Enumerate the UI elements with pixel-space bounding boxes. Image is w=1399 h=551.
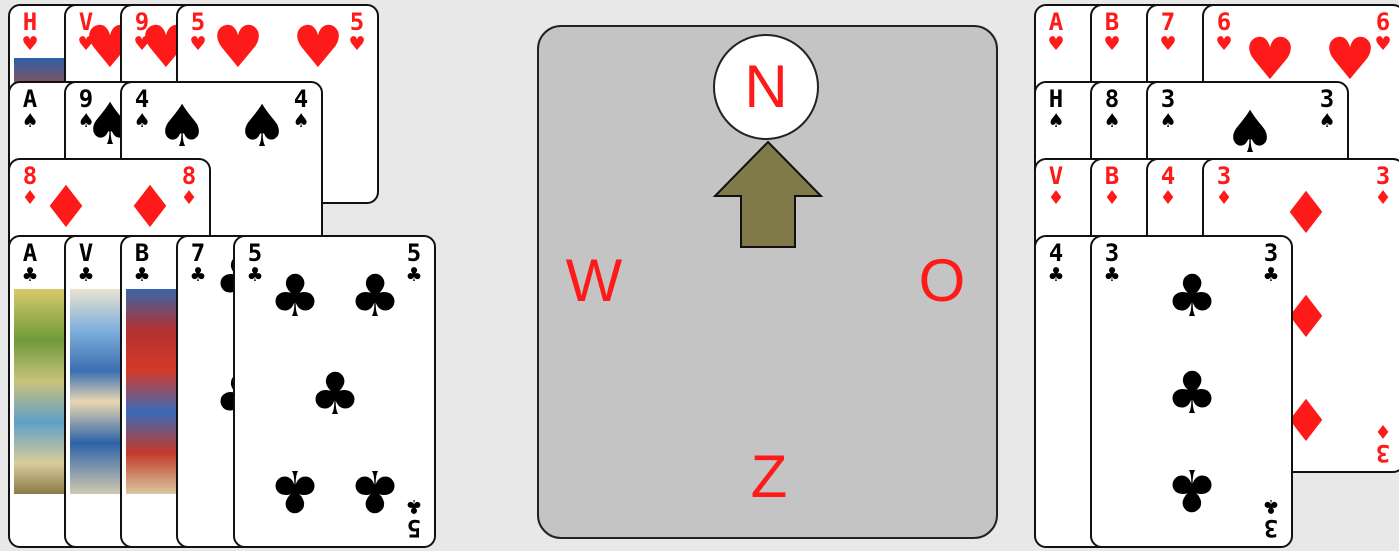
diamond-icon: ♦: [1215, 187, 1233, 209]
card-rank: 3: [1263, 514, 1279, 542]
club-icon: ♣: [405, 264, 423, 286]
card-rank: 3: [1160, 85, 1176, 113]
spade-icon: ♠: [133, 110, 151, 132]
spade-icon: ♠: [1159, 110, 1177, 132]
heart-icon: ♥: [292, 13, 344, 81]
heart-icon: ♥: [21, 33, 39, 55]
card-rank: 3: [1216, 162, 1232, 190]
diamond-icon: ♦: [1374, 187, 1392, 209]
club-icon: ♣: [1103, 264, 1121, 286]
heart-icon: ♥: [189, 33, 207, 55]
club-icon: ♣: [1166, 262, 1218, 330]
card-rank: 3: [1104, 239, 1120, 267]
card-rank: 4: [1048, 239, 1064, 267]
club-icon: ♣: [189, 264, 207, 286]
heart-icon: ♥: [1159, 33, 1177, 55]
spade-icon: ♠: [1047, 110, 1065, 132]
club-icon: ♣: [1262, 264, 1280, 286]
spade-icon: ♠: [156, 92, 208, 160]
card-rank: 8: [1104, 85, 1120, 113]
card-rank: 6: [1216, 8, 1232, 36]
seat-north-label: N: [744, 53, 788, 120]
seat-north-circle: N: [713, 34, 819, 140]
card-rank: V: [1048, 162, 1064, 190]
diamond-icon: ♦: [124, 173, 176, 241]
heart-icon: ♥: [1047, 33, 1065, 55]
heart-icon: ♥: [348, 33, 366, 55]
card-rank: B: [1104, 162, 1120, 190]
card-rank: 7: [1160, 8, 1176, 36]
card-rank: 5: [247, 239, 263, 267]
turn-arrow-icon: [713, 140, 823, 248]
heart-icon: ♥: [1215, 33, 1233, 55]
club-icon: ♣: [269, 457, 321, 525]
club-icon: ♣: [133, 264, 151, 286]
card-rank: A: [22, 239, 38, 267]
card-rank: A: [1048, 8, 1064, 36]
heart-icon: ♥: [1244, 25, 1296, 93]
club-icon: ♣: [349, 457, 401, 525]
club-icon: ♣: [1262, 495, 1280, 517]
diamond-icon: ♦: [40, 173, 92, 241]
card-rank: B: [1104, 8, 1120, 36]
club-icon: ♣: [405, 495, 423, 517]
spade-icon: ♠: [1224, 98, 1276, 166]
seat-east-label: O: [918, 247, 966, 314]
card-rank: 5: [406, 514, 422, 542]
card-rank: 3: [1263, 239, 1279, 267]
club-icon: ♣: [349, 262, 401, 330]
spade-icon: ♠: [21, 110, 39, 132]
card-clubs-5[interactable]: 5 ♣ 5 ♣ ♣ ♣ ♣ ♣ ♣ 5 ♣: [233, 235, 436, 548]
club-icon: ♣: [269, 262, 321, 330]
diamond-icon: ♦: [180, 187, 198, 209]
diamond-icon: ♦: [1280, 179, 1332, 247]
card-rank: H: [22, 8, 38, 36]
club-icon: ♣: [21, 264, 39, 286]
heart-icon: ♥: [1324, 25, 1376, 93]
spade-icon: ♠: [1318, 110, 1336, 132]
club-icon: ♣: [1047, 264, 1065, 286]
diamond-icon: ♦: [1047, 187, 1065, 209]
spade-icon: ♠: [236, 92, 288, 160]
heart-icon: ♥: [1103, 33, 1121, 55]
heart-icon: ♥: [212, 13, 264, 81]
seat-south-label: Z: [750, 443, 788, 510]
diamond-icon: ♦: [1103, 187, 1121, 209]
card-rank: A: [22, 85, 38, 113]
card-rank: 3: [1375, 162, 1391, 190]
card-rank: 5: [406, 239, 422, 267]
card-rank: 3: [1319, 85, 1335, 113]
spade-icon: ♠: [1103, 110, 1121, 132]
diamond-icon: ♦: [1159, 187, 1177, 209]
card-rank: 7: [190, 239, 206, 267]
card-rank: H: [1048, 85, 1064, 113]
card-rank: 3: [1375, 439, 1391, 467]
club-icon: ♣: [1166, 456, 1218, 524]
spade-icon: ♠: [292, 110, 310, 132]
card-rank: 4: [1160, 162, 1176, 190]
club-icon: ♣: [309, 360, 361, 428]
seat-west-label: W: [565, 247, 623, 314]
club-icon: ♣: [1166, 359, 1218, 427]
club-icon: ♣: [77, 264, 95, 286]
card-rank: V: [78, 239, 94, 267]
card-clubs-3[interactable]: 3 ♣ 3 ♣ ♣ ♣ ♣ 3 ♣: [1090, 235, 1293, 548]
card-rank: B: [134, 239, 150, 267]
diamond-icon: ♦: [1374, 420, 1392, 442]
club-icon: ♣: [246, 264, 264, 286]
